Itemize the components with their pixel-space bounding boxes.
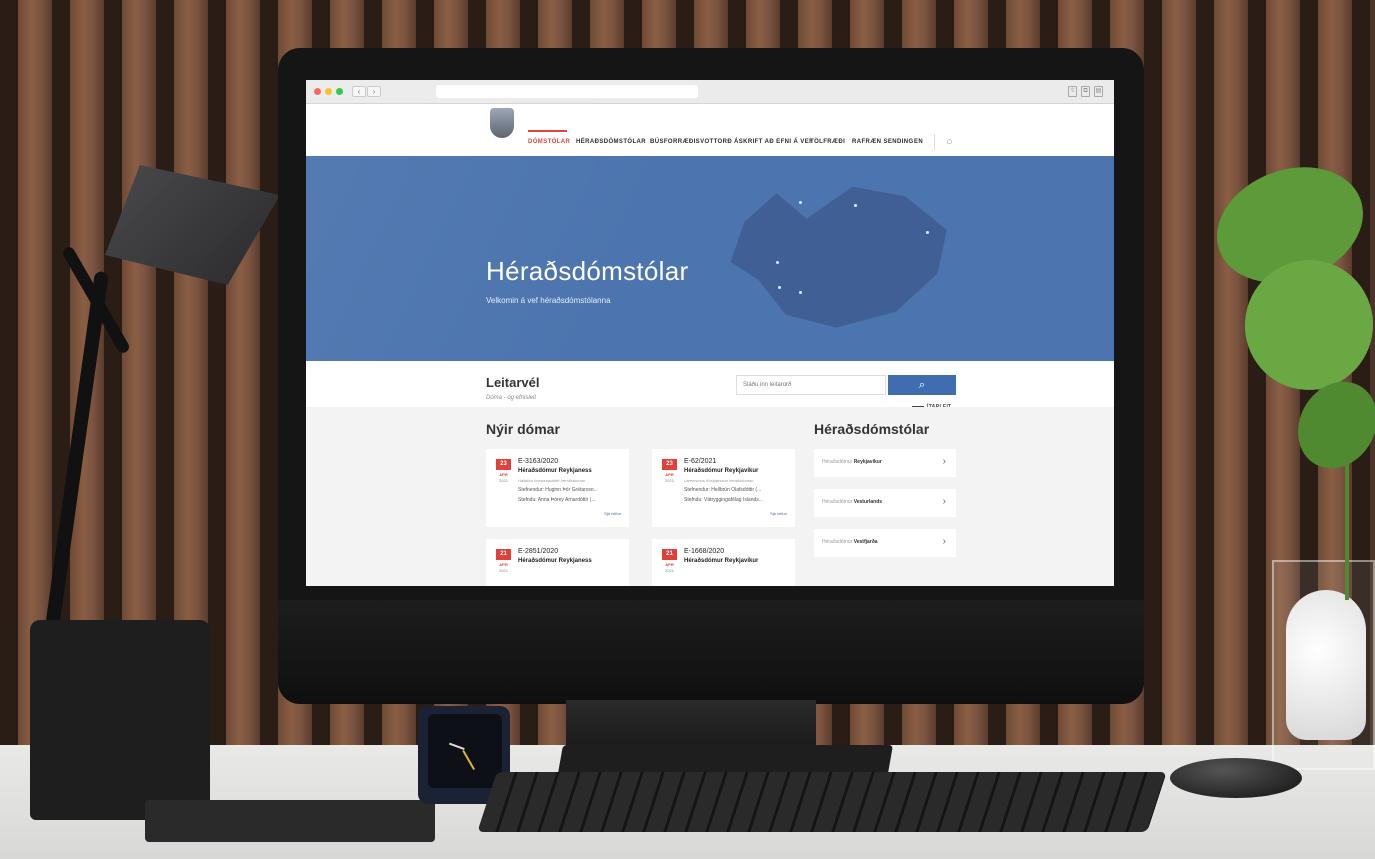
summary-link[interactable]: Sjá reifun xyxy=(770,511,787,516)
browser-toolbar: ‹ › ⇧ ⧉ ▤ xyxy=(306,80,1114,104)
date-day: 21 xyxy=(496,549,511,560)
content-section: Nýir dómar Héraðsdómstólar 23 APR 2021 E… xyxy=(306,407,1114,586)
search-button[interactable]: ⌕ xyxy=(888,375,956,395)
nav-language-en[interactable]: EN xyxy=(914,139,923,145)
close-window-button[interactable] xyxy=(314,88,321,95)
chevron-right-icon: › xyxy=(942,536,946,547)
nav-divider xyxy=(934,134,935,150)
court-name: Héraðsdómur Reykjaness xyxy=(518,468,592,474)
nav-active-indicator xyxy=(528,130,567,132)
plant-stem xyxy=(1345,440,1349,600)
court-link-label: Héraðsdómur Vestfjarða xyxy=(822,539,878,545)
sidebar-icon[interactable]: ▤ xyxy=(1094,86,1103,97)
date-month: APR xyxy=(665,472,674,477)
nav-rafraen-sending[interactable]: RAFRÆN SENDING xyxy=(852,139,914,145)
case-number[interactable]: E-1668/2020 xyxy=(684,548,724,555)
date-day: 21 xyxy=(662,549,677,560)
date-year: 2021 xyxy=(499,478,508,483)
page-subtitle: Velkomin á vef héraðsdómstólanna xyxy=(486,296,611,305)
clock-hand xyxy=(448,742,465,750)
date-day: 23 xyxy=(496,459,511,470)
date-month: APR xyxy=(499,562,508,567)
map-marker xyxy=(799,291,802,294)
map-marker xyxy=(776,261,779,264)
court-link-label: Héraðsdómur Reykjavíkur xyxy=(822,459,882,465)
share-icon[interactable]: ⇧ xyxy=(1068,86,1077,97)
lamp-base xyxy=(30,620,210,820)
nav-tolfraedi[interactable]: TÖLFRÆÐI xyxy=(810,139,845,145)
tabs-icon[interactable]: ⧉ xyxy=(1081,86,1090,97)
monitor-screen: ‹ › ⇧ ⧉ ▤ DÓMSTÓLAR HÉRAÐSDÓMSTÓLAR BÚSF… xyxy=(306,80,1114,586)
judgment-card[interactable]: 21 APR 2021 E-1668/2020 Héraðsdómur Reyk… xyxy=(652,539,795,586)
search-icon: ⌕ xyxy=(918,379,926,391)
keyboard xyxy=(477,772,1167,832)
page-title: Héraðsdómstólar xyxy=(486,256,689,286)
search-icon[interactable]: ○ xyxy=(946,136,953,148)
date-year: 2021 xyxy=(665,568,674,573)
coat-of-arms-logo[interactable] xyxy=(490,108,514,138)
back-button[interactable]: ‹ xyxy=(352,86,366,97)
date-month: APR xyxy=(499,472,508,477)
clock-face xyxy=(428,714,502,788)
iceland-map-image xyxy=(730,186,947,328)
court-link-vestfirdir[interactable]: Héraðsdómur Vestfjarða › xyxy=(814,529,956,557)
search-title: Leitarvél xyxy=(486,375,540,390)
date-badge: 21 APR 2021 xyxy=(496,549,511,573)
judgment-card[interactable]: 23 APR 2021 E-3163/2020 Héraðsdómur Reyk… xyxy=(486,449,629,527)
court-link-label: Héraðsdómur Vesturlands xyxy=(822,499,883,505)
judgment-card[interactable]: 23 APR 2021 E-62/2021 Héraðsdómur Reykja… xyxy=(652,449,795,527)
chevron-right-icon: › xyxy=(942,496,946,507)
plaintiffs: Stefnendur: Huginn Þór Grétarsso... xyxy=(518,487,598,493)
site-header: DÓMSTÓLAR HÉRAÐSDÓMSTÓLAR BÚSFORRÆÐISVOT… xyxy=(306,104,1114,156)
search-subtitle: Dóma - og efnisleit xyxy=(486,395,537,401)
judge-name: Lárentsínus Kristjánsson héraðsdómari xyxy=(684,478,754,483)
map-marker xyxy=(799,201,802,204)
case-number[interactable]: E-2851/2020 xyxy=(518,548,558,555)
monitor-chin xyxy=(278,600,1144,704)
hero-banner: Héraðsdómstólar Velkomin á vef héraðsdóm… xyxy=(306,156,1114,361)
map-marker xyxy=(778,286,781,289)
forward-button[interactable]: › xyxy=(367,86,381,97)
chevron-right-icon: › xyxy=(942,456,946,467)
lamp-plate xyxy=(145,800,435,842)
court-link-vesturland[interactable]: Héraðsdómur Vesturlands › xyxy=(814,489,956,517)
date-month: APR xyxy=(665,562,674,567)
plaintiffs: Stefnendur: Hellbrún Ólafsdóttir (... xyxy=(684,487,762,493)
defendants: Stefndu: Vátryggingafélag Íslands... xyxy=(684,497,763,503)
monitor-stand xyxy=(566,700,816,750)
new-judgments-title: Nýir dómar xyxy=(486,421,560,437)
nav-domstolar[interactable]: DÓMSTÓLAR xyxy=(528,139,570,145)
minimize-window-button[interactable] xyxy=(325,88,332,95)
mouse xyxy=(1170,758,1302,798)
search-input[interactable]: Sláðu inn leitarorð xyxy=(736,375,886,395)
map-marker xyxy=(926,231,929,234)
courts-title: Héraðsdómstólar xyxy=(814,421,930,437)
summary-link[interactable]: Sjá reifun xyxy=(604,511,621,516)
court-name: Héraðsdómur Reykjavíkur xyxy=(684,558,759,564)
judgment-card[interactable]: 21 APR 2021 E-2851/2020 Héraðsdómur Reyk… xyxy=(486,539,629,586)
court-name: Héraðsdómur Reykjavíkur xyxy=(684,468,759,474)
date-day: 23 xyxy=(662,459,677,470)
judge-name: Halldóra Þorsteinsdóttir héraðsdómari xyxy=(518,478,586,483)
nav-askrift[interactable]: ÁSKRIFT AÐ EFNI Á VEF xyxy=(734,139,813,145)
case-number[interactable]: E-3163/2020 xyxy=(518,458,558,465)
court-name: Héraðsdómur Reykjaness xyxy=(518,558,592,564)
court-link-reykjavik[interactable]: Héraðsdómur Reykjavíkur › xyxy=(814,449,956,477)
defendants: Stefndu: Anna Þórey Arnardóttir (... xyxy=(518,497,596,503)
date-year: 2021 xyxy=(499,568,508,573)
maximize-window-button[interactable] xyxy=(336,88,343,95)
nav-busforraedisvottord[interactable]: BÚSFORRÆÐISVOTTORÐ xyxy=(650,139,732,145)
clock-hand xyxy=(462,750,475,771)
address-bar[interactable] xyxy=(436,85,698,98)
date-badge: 23 APR 2021 xyxy=(496,459,511,483)
date-badge: 23 APR 2021 xyxy=(662,459,677,483)
vase xyxy=(1286,590,1366,740)
date-badge: 21 APR 2021 xyxy=(662,549,677,573)
map-marker xyxy=(854,204,857,207)
case-number[interactable]: E-62/2021 xyxy=(684,458,716,465)
date-year: 2021 xyxy=(665,478,674,483)
nav-heradsdomstolar[interactable]: HÉRAÐSDÓMSTÓLAR xyxy=(576,139,646,145)
